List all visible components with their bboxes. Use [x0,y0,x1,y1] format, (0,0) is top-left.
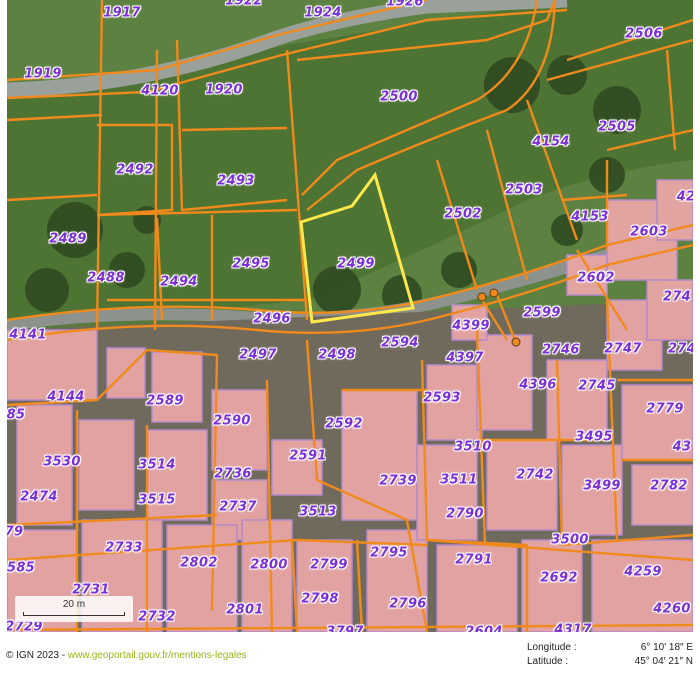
parcel-label: 42 [676,189,693,205]
copyright-text: © IGN 2023 - [6,650,68,661]
parcel-label: 4259 [624,564,662,580]
latitude-value: 45° 04′ 21″ N [634,656,693,667]
parcel-label: 2594 [381,335,419,351]
parcel-label: 85 [7,407,26,423]
parcel-label: 2745 [578,378,616,394]
parcel-label: 1922 [225,0,263,9]
parcel-label: 4260 [653,601,691,617]
parcel-label: 2590 [213,413,251,429]
parcel-label: 1926 [386,0,424,10]
parcel-label: 2488 [87,270,125,286]
parcel-label: 2603 [630,224,668,240]
parcel-label: 3495 [575,429,613,445]
parcel-label: 274 [667,341,693,357]
parcel-label: 2791 [455,552,493,568]
parcel-label: 274 [662,289,692,305]
selected-parcel-label: 2499 [337,256,375,272]
parcel-label: 1917 [103,5,141,21]
parcel-label: 2604 [465,624,503,633]
parcel-label: 2495 [232,256,270,272]
parcel-label: 4154 [532,134,570,150]
parcel-label: 2593 [423,390,461,406]
parcel-label: 2589 [146,393,184,409]
parcel-label: 2799 [310,557,348,573]
parcel-label: 2500 [380,89,418,105]
parcel-label: 3797 [326,624,364,633]
parcel-label: 2801 [226,602,264,618]
parcel-label: 2739 [379,473,417,489]
map-view[interactable]: 1917 1922 1924 1926 2506 1919 4120 1920 2500 2505… [7,0,693,632]
latitude-label: Latitude : [527,656,569,667]
coordinates-panel: Longitude : 6° 10′ 18″ E Latitude : 45° … [527,642,693,670]
scale-bar: 20 m [15,596,133,622]
parcel-label: 3515 [138,492,176,508]
parcel-label: 2782 [650,478,688,494]
parcel-label: 2497 [239,347,277,363]
legal-link[interactable]: www.geoportail.gouv.fr/mentions-legales [68,650,247,661]
parcel-label: 2800 [250,557,288,573]
parcel-label: 2732 [138,609,176,625]
footer: © IGN 2023 - www.geoportail.gouv.fr/ment… [0,632,700,675]
parcel-label: 4397 [446,350,484,366]
parcel-label: 2502 [444,206,482,222]
parcel-label: 3513 [299,504,337,520]
parcel-label: 2498 [318,347,356,363]
parcel-label: 2602 [577,270,615,286]
parcel-label: 2742 [516,467,554,483]
parcel-label: 2746 [542,342,580,358]
parcel-label: 2790 [446,506,484,522]
parcel-label: 2493 [217,173,255,189]
parcel-label: 2692 [540,570,578,586]
scale-label: 20 m [62,599,86,610]
scale-line [23,612,125,616]
parcel-label: 3500 [551,532,589,548]
latitude-row: Latitude : 45° 04′ 21″ N [527,656,693,670]
parcel-label: 3514 [138,457,176,473]
parcel-label: 2747 [604,341,642,357]
parcel-label: 2506 [625,26,663,42]
parcel-label: 2733 [105,540,143,556]
parcel-label: 4317 [554,622,592,633]
longitude-row: Longitude : 6° 10′ 18″ E [527,642,693,656]
parcel-label: 4396 [519,377,557,393]
parcel-label: 2795 [370,545,408,561]
parcel-label: 2505 [598,119,636,135]
map-canvas [7,0,693,632]
parcel-label: 2503 [505,182,543,198]
parcel-label: 2802 [180,555,218,571]
parcel-label: 3530 [43,454,81,470]
parcel-label: 4141 [9,327,47,343]
parcel-label: 2796 [389,596,427,612]
parcel-label: 3499 [583,478,621,494]
parcel-label: 79 [7,524,24,540]
parcel-label: 2494 [160,274,198,290]
parcel-label: 2492 [116,162,154,178]
parcel-label: 2592 [325,416,363,432]
parcel-label: 1919 [24,66,62,82]
parcel-label: 2599 [523,305,561,321]
parcel-label: 2474 [20,489,58,505]
parcel-label: 1920 [205,82,243,98]
parcel-label: 2737 [219,499,257,515]
parcel-label: 2489 [49,231,87,247]
parcel-label: 2591 [289,448,327,464]
parcel-label: 3511 [440,472,478,488]
parcel-label: 4399 [452,318,490,334]
parcel-label: 1924 [304,5,342,21]
parcel-label: 4144 [47,389,85,405]
parcel-label: 43 [672,439,692,455]
parcel-label: 2779 [646,401,684,417]
parcel-label: 2736 [214,466,252,482]
parcel-label: 4153 [571,209,609,225]
parcel-label: 2496 [253,311,291,327]
parcel-label: 4120 [141,83,179,99]
copyright: © IGN 2023 - www.geoportail.gouv.fr/ment… [6,650,247,661]
parcel-label: 585 [7,560,36,576]
longitude-value: 6° 10′ 18″ E [640,642,693,653]
parcel-label: 3510 [454,439,492,455]
longitude-label: Longitude : [527,642,577,653]
parcel-label: 2798 [301,591,339,607]
